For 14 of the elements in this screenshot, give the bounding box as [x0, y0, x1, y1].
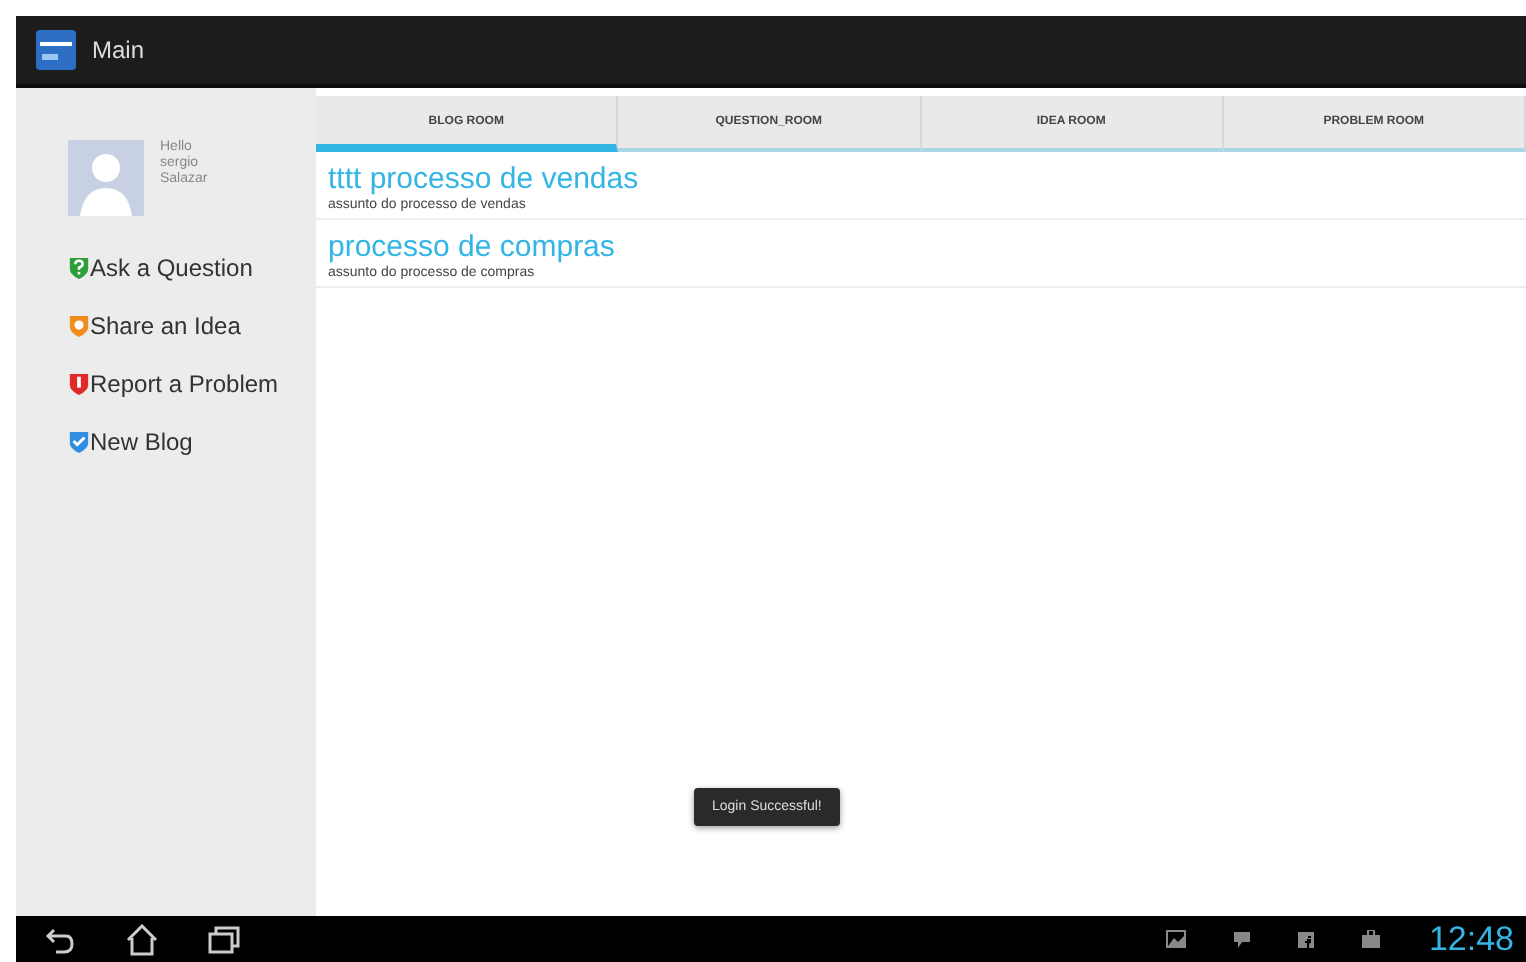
image-icon [1166, 930, 1187, 948]
app-logo-icon [36, 30, 76, 70]
menu-item[interactable]: Share an Idea [68, 306, 316, 344]
recent-apps-icon[interactable] [208, 925, 240, 953]
menu-item[interactable]: New Blog [68, 422, 316, 460]
bag-icon [1362, 930, 1381, 948]
home-icon[interactable] [124, 923, 160, 955]
avatar-icon [68, 140, 144, 216]
clock-time: 12:48 [1428, 919, 1514, 959]
menu-item[interactable]: Report a Problem [68, 364, 316, 402]
window-title: Main [92, 36, 145, 64]
back-icon[interactable] [44, 925, 76, 953]
menu-item[interactable]: Ask a Question [68, 248, 316, 286]
chat-icon [1234, 931, 1251, 947]
